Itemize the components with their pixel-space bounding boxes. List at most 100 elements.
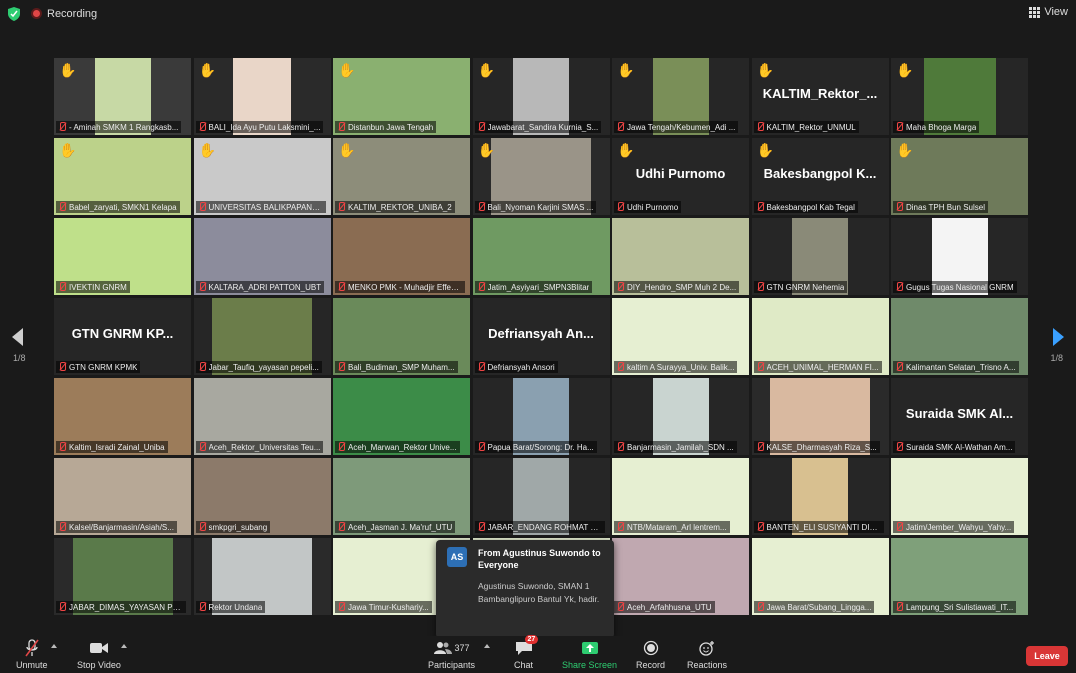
participant-name: KALTIM_Rektor_UNMUL: [766, 122, 856, 132]
participant-tile[interactable]: JABAR_ENDANG ROHMAT S...: [472, 458, 610, 535]
participant-tile[interactable]: Suraida SMK Al... Suraida SMK Al-Wathan A…: [891, 378, 1028, 455]
participant-name-label: KALTARA_ADRI PATTON_UBT: [195, 281, 325, 293]
raised-hand-icon: ✋: [59, 62, 77, 78]
stop-video-button[interactable]: Stop Video: [77, 639, 121, 670]
participant-tile[interactable]: ✋ Dinas TPH Bun Sulsel: [891, 138, 1028, 215]
mic-muted-icon: [757, 522, 764, 532]
participant-tile[interactable]: ✋ Jawabarat_Sandira Kurnia_S...: [472, 58, 610, 135]
participant-tile[interactable]: ACEH_UNIMAL_HERMAN FI...: [751, 298, 889, 375]
share-screen-button[interactable]: Share Screen: [562, 639, 617, 670]
participant-name: Papua Barat/Sorong: Dr. Ha...: [487, 442, 594, 452]
participant-tile[interactable]: ✋ - Aminah SMKM 1 Rangkasb...: [54, 58, 191, 135]
participant-tile[interactable]: ✋ Bali_Nyoman Karjini SMAS ...: [472, 138, 610, 215]
participant-tile[interactable]: Jawa Barat/Subang_Lingga...: [751, 538, 889, 615]
participant-tile[interactable]: Udhi Purnomo ✋ Udhi Purnomo: [612, 138, 749, 215]
participant-tile[interactable]: GTN GNRM Nehemia: [751, 218, 889, 295]
video-camera-icon: [89, 639, 109, 657]
audio-options-caret[interactable]: [51, 644, 57, 648]
chat-button[interactable]: 27 Chat: [514, 635, 539, 670]
participant-tile[interactable]: Banjarmasin_Jamilah_SDN ...: [612, 378, 749, 455]
participant-name-label: Jatim/Jember_Wahyu_Yahy...: [893, 521, 1015, 533]
participant-tile[interactable]: Kalsel/Banjarmasin/Asiah/S...: [54, 458, 191, 535]
participant-tile[interactable]: Defriansyah An... Defriansyah Ansori: [472, 298, 610, 375]
participant-display-name: Suraida SMK Al...: [905, 406, 1014, 421]
participant-tile[interactable]: JABAR_DIMAS_YAYASAN PE...: [54, 538, 191, 615]
participant-name-label: Jawa Timur-Kushariy...: [335, 601, 432, 613]
participant-tile[interactable]: Jatim_Asyiyari_SMPN3Blitar: [472, 218, 610, 295]
next-page-icon[interactable]: [1053, 328, 1064, 346]
record-label: Record: [636, 660, 666, 670]
participant-tile[interactable]: KALTIM_Rektor_... ✋ KALTIM_Rektor_UNMUL: [751, 58, 889, 135]
participant-tile[interactable]: DIY_Hendro_SMP Muh 2 De...: [612, 218, 749, 295]
video-options-caret[interactable]: [121, 644, 127, 648]
participant-tile[interactable]: Kaltim_Isradi Zainal_Uniba: [54, 378, 191, 455]
participant-name: Aceh_Jasman J. Ma'ruf_UTU: [348, 522, 453, 532]
record-button[interactable]: Record: [636, 639, 665, 670]
participant-tile[interactable]: Aceh_Arfahhusna_UTU: [612, 538, 749, 615]
chat-notification[interactable]: AS From Agustinus Suwondo to Everyone Ag…: [436, 540, 614, 638]
participant-tile[interactable]: GTN GNRM KP... GTN GNRM KPMK: [54, 298, 191, 375]
participant-tile[interactable]: KALSE_Dharmasyah Riza_S...: [751, 378, 889, 455]
mic-muted-icon: [757, 282, 764, 292]
mic-muted-icon: [59, 442, 66, 452]
participant-tile[interactable]: smkpgri_subang: [193, 458, 331, 535]
participant-name-label: Aceh_Arfahhusna_UTU: [614, 601, 715, 613]
participant-name-label: Rektor Undana: [195, 601, 266, 613]
participant-tile[interactable]: Aceh_Jasman J. Ma'ruf_UTU: [333, 458, 470, 535]
participant-tile[interactable]: ✋ Distanbun Jawa Tengah: [333, 58, 470, 135]
participant-tile[interactable]: Aceh_Rektor_Universitas Teu...: [193, 378, 331, 455]
participant-tile[interactable]: Bali_Budiman_SMP Muham...: [333, 298, 470, 375]
leave-button[interactable]: Leave: [1026, 646, 1068, 666]
participant-name: KALTARA_ADRI PATTON_UBT: [208, 282, 322, 292]
mic-muted-icon: [478, 442, 485, 452]
participant-tile[interactable]: Jatim/Jember_Wahyu_Yahy...: [891, 458, 1028, 535]
participant-tile[interactable]: ✋ BALI_Ida Ayu Putu Laksmini_...: [193, 58, 331, 135]
mic-muted-icon: [617, 122, 624, 132]
mic-muted-icon: [896, 442, 903, 452]
participant-tile[interactable]: Jabar_Taufiq_yayasan pepeli...: [193, 298, 331, 375]
participant-tile[interactable]: Aceh_Marwan_Rektor Unive...: [333, 378, 470, 455]
previous-page-icon[interactable]: [12, 328, 23, 346]
participant-name-label: NTB/Mataram_Arl lentrem...: [614, 521, 730, 533]
participant-name-label: GTN GNRM KPMK: [56, 361, 141, 373]
participant-name: ACEH_UNIMAL_HERMAN FI...: [766, 362, 879, 372]
mic-muted-icon: [617, 362, 624, 372]
participant-tile[interactable]: ✋ Jawa Tengah/Kebumen_Adi ...: [612, 58, 749, 135]
participant-tile[interactable]: Gugus Tugas Nasional GNRM: [891, 218, 1028, 295]
participant-tile[interactable]: Bakesbangpol K... ✋ Bakesbangpol Kab Tegal: [751, 138, 889, 215]
mic-muted-icon: [896, 202, 903, 212]
participants-button[interactable]: 377 Participants: [428, 639, 475, 670]
participant-tile[interactable]: Papua Barat/Sorong: Dr. Ha...: [472, 378, 610, 455]
participant-name-label: KALTIM_REKTOR_UNIBA_2: [335, 201, 455, 213]
participant-tile[interactable]: NTB/Mataram_Arl lentrem...: [612, 458, 749, 535]
participant-tile[interactable]: Lampung_Sri Sulistiawati_IT...: [891, 538, 1028, 615]
participant-name-label: KALTIM_Rektor_UNMUL: [753, 121, 859, 133]
participant-tile[interactable]: Kalimantan Selatan_Trisno A...: [891, 298, 1028, 375]
unmute-button[interactable]: Unmute: [16, 639, 48, 670]
view-button[interactable]: View: [1029, 6, 1068, 18]
participant-name: kaltim A Surayya_Univ. Balik...: [627, 362, 735, 372]
mic-muted-icon: [199, 202, 206, 212]
participant-tile[interactable]: IVEKTIN GNRM: [54, 218, 191, 295]
participant-name: smkpgri_subang: [208, 522, 268, 532]
participant-tile[interactable]: kaltim A Surayya_Univ. Balik...: [612, 298, 749, 375]
participant-tile[interactable]: ✋ KALTIM_REKTOR_UNIBA_2: [333, 138, 470, 215]
participant-tile[interactable]: ✋ UNIVERSITAS BALIKPAPAN_...: [193, 138, 331, 215]
participant-tile[interactable]: Rektor Undana: [193, 538, 331, 615]
raised-hand-icon: ✋: [198, 142, 216, 158]
participant-tile[interactable]: MENKO PMK - Muhadjir Effendy: [333, 218, 470, 295]
participant-name: BALI_Ida Ayu Putu Laksmini_...: [208, 122, 321, 132]
participant-tile[interactable]: KALTARA_ADRI PATTON_UBT: [193, 218, 331, 295]
participant-name-label: Kalsel/Banjarmasin/Asiah/S...: [56, 521, 177, 533]
participants-label: Participants: [428, 660, 476, 670]
participant-name-label: Lampung_Sri Sulistiawati_IT...: [893, 601, 1017, 613]
participant-name-label: smkpgri_subang: [195, 521, 271, 533]
participant-tile[interactable]: ✋ Maha Bhoga Marga: [891, 58, 1028, 135]
participant-tile[interactable]: ✋ Babel_zaryati, SMKN1 Kelapa: [54, 138, 191, 215]
unmute-label: Unmute: [16, 660, 48, 670]
participant-tile[interactable]: BANTEN_ELI SUSIYANTI DIN...: [751, 458, 889, 535]
view-label: View: [1044, 6, 1068, 18]
participant-name: GTN GNRM KPMK: [69, 362, 138, 372]
reactions-button[interactable]: Reactions: [687, 639, 727, 670]
participants-options-caret[interactable]: [484, 644, 490, 648]
